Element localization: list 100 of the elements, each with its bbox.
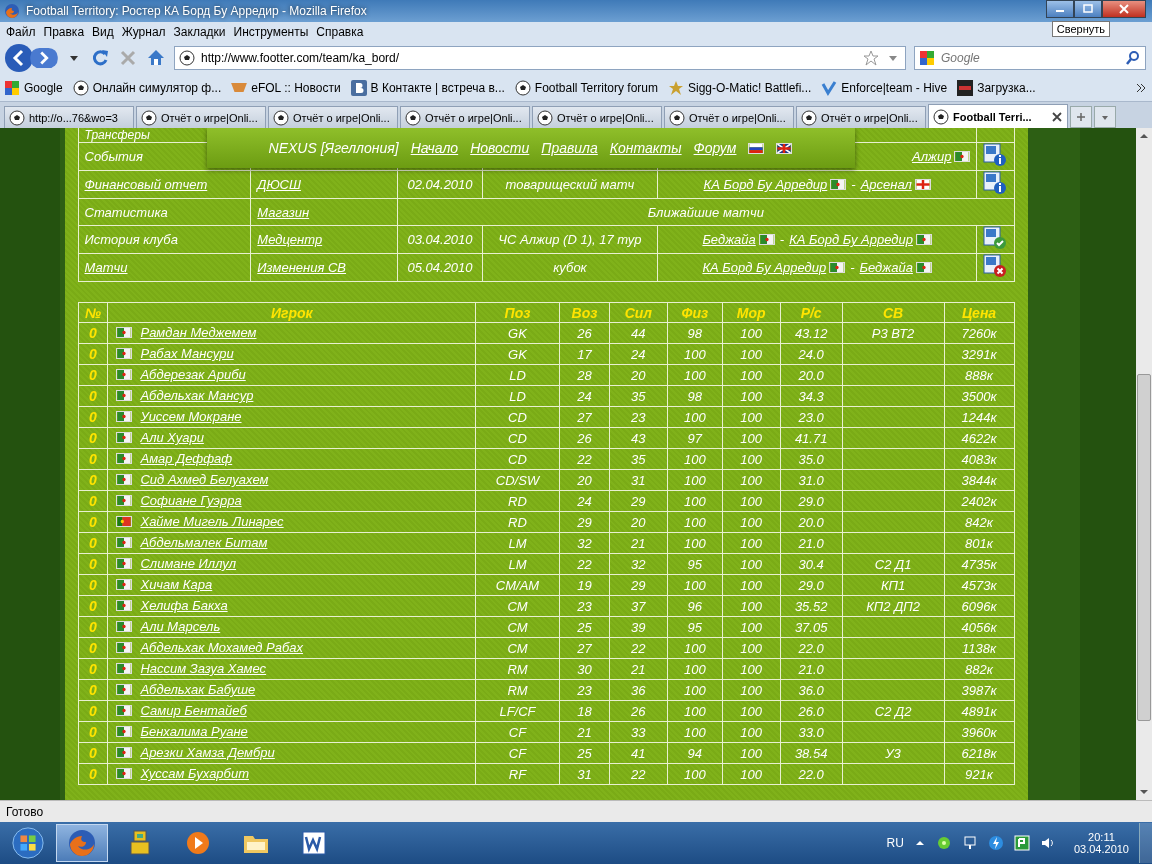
browser-tab[interactable]: Отчёт о игре|Onli... <box>400 106 530 128</box>
flag-icon <box>116 684 133 695</box>
bookmark-link[interactable]: В Контакте | встреча в... <box>370 80 505 95</box>
player-link[interactable]: Али Хуари <box>140 430 204 445</box>
back-forward-buttons[interactable] <box>4 43 58 73</box>
table-cell: RD <box>508 493 527 509</box>
check-icon[interactable] <box>983 226 1008 250</box>
team-link[interactable]: Арсенал <box>860 177 912 192</box>
bookmark-link[interactable]: Онлайн симулятор ф... <box>92 80 222 95</box>
browser-tab[interactable]: http://o...76&wo=3 <box>4 106 134 128</box>
table-cell: 41.71 <box>794 430 828 446</box>
team-link[interactable]: Алжир <box>912 149 952 164</box>
menu-item[interactable]: Закладки <box>169 25 230 39</box>
browser-tab[interactable]: Отчёт о игре|Onli... <box>136 106 266 128</box>
chevron-icon <box>1136 82 1146 93</box>
player-link[interactable]: Хелифа Бакха <box>140 598 228 613</box>
nav-link[interactable]: Новости <box>470 140 530 156</box>
player-link[interactable]: Хичам Кара <box>140 577 213 592</box>
team-link[interactable]: Беджайа <box>859 260 913 275</box>
table-cell: 4891к <box>961 703 997 719</box>
info-icon[interactable] <box>983 143 1008 167</box>
address-bar[interactable]: http://www.footter.com/team/ka_bord/ <box>174 46 906 70</box>
browser-tab[interactable]: Отчёт о игре|Onli... <box>268 106 398 128</box>
speaker-icon[interactable] <box>1039 835 1056 851</box>
minimize-button[interactable] <box>1046 0 1074 18</box>
flower-icon[interactable] <box>935 835 952 851</box>
bookmark-link[interactable]: Загрузка... <box>977 80 1036 95</box>
table-cell: 98 <box>687 388 702 404</box>
home-icon[interactable] <box>146 48 166 68</box>
team-link[interactable]: КА Борд Бу Арредир <box>702 260 827 275</box>
menu-item[interactable]: Правка <box>39 25 89 39</box>
reload-icon[interactable] <box>90 48 110 68</box>
nav-link[interactable]: Правила <box>541 140 598 156</box>
table-cell: 100 <box>683 724 706 740</box>
bookmark-link[interactable]: Google <box>24 80 63 95</box>
match-type: ЧС Алжир (D 1), 17 тур <box>498 232 642 247</box>
more-bookmarks-button[interactable] <box>1136 82 1146 93</box>
letter-p-icon[interactable] <box>1013 835 1030 851</box>
table-cell: 44 <box>631 325 646 341</box>
firefox-taskbar-button[interactable] <box>56 824 108 862</box>
scrollbar[interactable] <box>1136 128 1152 800</box>
maximize-button[interactable] <box>1074 0 1102 18</box>
soccer-ball-icon <box>537 109 553 126</box>
bookmark-link[interactable]: Enforce|team - Hive <box>841 80 948 95</box>
score-separator: - <box>779 232 785 247</box>
table-cell: 4735к <box>961 556 997 572</box>
team-link[interactable]: Беджайа <box>702 232 756 247</box>
player-link[interactable]: Слимане Иллул <box>140 556 237 571</box>
flag-icon[interactable] <box>748 142 765 154</box>
column-header[interactable]: Игрок <box>270 304 313 321</box>
menu-item[interactable]: Вид <box>88 25 118 39</box>
menu-link[interactable]: Матчи <box>84 260 128 275</box>
menu-item[interactable]: Справка <box>312 25 368 39</box>
flag-icon <box>116 558 133 569</box>
tab-list-button[interactable] <box>1094 106 1116 128</box>
nav-link[interactable]: Контакты <box>609 140 682 156</box>
browser-tab[interactable]: Отчёт о игре|Onli... <box>532 106 662 128</box>
search-input[interactable]: Google <box>939 50 1121 66</box>
cross-icon[interactable] <box>983 254 1008 278</box>
new-tab-button[interactable] <box>1070 106 1092 128</box>
table-cell: 3987к <box>961 682 997 698</box>
search-icon[interactable] <box>1125 50 1141 66</box>
bookmark-link[interactable]: Football Territory forum <box>534 80 658 95</box>
bookmark-link[interactable]: Sigg-O-Matic! Battlefi... <box>687 80 812 95</box>
table-cell: 24 <box>577 493 592 509</box>
info-icon[interactable] <box>983 171 1008 195</box>
menu-item[interactable]: Журнал <box>117 25 170 39</box>
table-cell: CM <box>507 640 528 656</box>
table-cell: 35 <box>631 388 646 404</box>
table-cell: LM <box>508 556 527 572</box>
menu-item[interactable]: Файл <box>2 25 40 39</box>
player-link[interactable]: Амар Деффаф <box>140 451 233 466</box>
clock[interactable]: 20:11 03.04.2010 <box>1073 831 1129 855</box>
search-field[interactable]: Google <box>914 46 1146 70</box>
player-link[interactable]: Рабах Мансури <box>140 346 234 361</box>
lightning-icon[interactable] <box>987 835 1004 851</box>
team-link[interactable]: КА Борд Бу Арредир <box>789 232 913 247</box>
table-cell: 22 <box>631 766 646 782</box>
player-link[interactable]: Софиане Гуэрра <box>140 493 242 508</box>
nav-link[interactable]: Форум <box>693 140 737 156</box>
player-link[interactable]: Уиссем Мокране <box>140 409 242 424</box>
player-link[interactable]: Самир Бентайеб <box>140 703 247 718</box>
star-icon[interactable] <box>863 50 879 66</box>
menu-link[interactable]: ДЮСШ <box>257 177 301 192</box>
bookmark-link[interactable]: eFOL :: Новости <box>251 80 341 95</box>
team-link[interactable]: КА Борд Бу Арредир <box>703 177 828 192</box>
browser-tab[interactable]: Football Terri... <box>928 104 1068 128</box>
language-indicator[interactable]: RU <box>886 836 904 850</box>
player-link[interactable]: Абдерезак Ариби <box>140 367 246 382</box>
close-button[interactable] <box>1102 0 1146 18</box>
player-link[interactable]: Али Марсель <box>140 619 221 634</box>
player-link[interactable]: Бенхалима Руане <box>140 724 248 739</box>
flag-icon[interactable] <box>776 142 793 154</box>
menu-item[interactable]: Инструменты <box>229 25 313 39</box>
browser-tab[interactable]: Отчёт о игре|Onli... <box>796 106 926 128</box>
table-cell: 100 <box>683 367 706 383</box>
browser-tab[interactable]: Отчёт о игре|Onli... <box>664 106 794 128</box>
close-icon[interactable] <box>1051 110 1063 123</box>
column-header[interactable]: СВ <box>882 304 904 321</box>
network-icon[interactable] <box>961 835 978 851</box>
